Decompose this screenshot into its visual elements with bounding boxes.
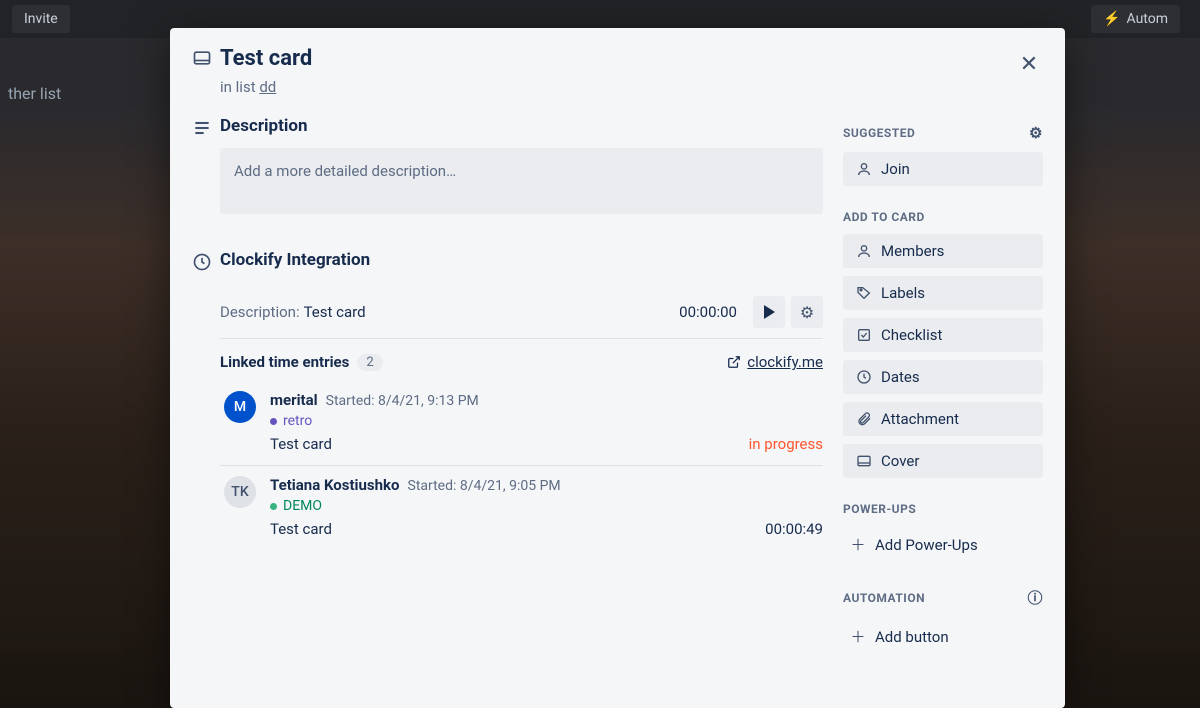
checklist-label: Checklist [881, 326, 942, 344]
entry-status: 00:00:49 [765, 520, 823, 538]
add-to-card-title: ADD TO CARD [843, 210, 1043, 224]
members-button[interactable]: Members [843, 234, 1043, 268]
play-icon [764, 305, 775, 319]
add-powerups-button[interactable]: ＋ Add Power-Ups [843, 526, 1043, 563]
entry-user-name: Tetiana Kostiushko [270, 476, 400, 494]
cover-icon [853, 453, 875, 469]
tag-icon [853, 285, 875, 301]
clockify-icon [192, 252, 220, 272]
clockify-settings-button[interactable]: ⚙ [791, 296, 823, 328]
entry-card-name: Test card [270, 520, 332, 538]
card-sidebar: SUGGESTED ⚙ Join ADD TO CARD Members Lab… [843, 46, 1043, 680]
time-entry[interactable]: Mmerital Started: 8/4/21, 9:13 PM retro Tes… [220, 381, 823, 466]
avatar: TK [224, 476, 256, 508]
person-icon [853, 243, 875, 259]
description-input[interactable]: Add a more detailed description… [220, 148, 823, 214]
time-entry[interactable]: TK Tetiana Kostiushko Started: 8/4/21, 9:0… [220, 466, 823, 550]
checklist-button[interactable]: Checklist [843, 318, 1043, 352]
close-icon: ✕ [1020, 52, 1038, 77]
dot-icon [270, 418, 277, 425]
clockify-description-row: Description: Test card 00:00:00 ⚙ [220, 286, 823, 339]
join-button[interactable]: Join [843, 152, 1043, 186]
card-modal: ✕ Test card in list dd Description Add a… [170, 28, 1065, 708]
entry-card-name: Test card [270, 435, 332, 453]
automation-title: AUTOMATION ⓘ [843, 587, 1043, 608]
entry-started: Started: 8/4/21, 9:13 PM [326, 393, 479, 409]
attachment-label: Attachment [881, 410, 959, 428]
cover-button[interactable]: Cover [843, 444, 1043, 478]
card-title[interactable]: Test card [220, 46, 823, 72]
labels-label: Labels [881, 284, 925, 302]
background-list: ther list [0, 80, 69, 107]
cover-label: Cover [881, 452, 919, 470]
play-button[interactable] [753, 296, 785, 328]
add-powerups-label: Add Power-Ups [875, 536, 978, 554]
list-link[interactable]: dd [259, 78, 276, 96]
clockify-external-link[interactable]: clockify.me [727, 353, 823, 371]
labels-button[interactable]: Labels [843, 276, 1043, 310]
dates-button[interactable]: Dates [843, 360, 1043, 394]
join-label: Join [881, 160, 910, 178]
entry-status: in progress [749, 435, 823, 453]
paperclip-icon [853, 411, 875, 427]
entry-user-name: merital [270, 391, 318, 409]
external-link-icon [727, 355, 741, 369]
card-icon [192, 48, 220, 68]
members-label: Members [881, 242, 944, 260]
add-button-button[interactable]: ＋ Add button [843, 618, 1043, 655]
avatar: M [224, 391, 256, 423]
entry-tag: retro [270, 413, 823, 429]
linked-entries-title: Linked time entries [220, 353, 349, 371]
add-button-label: Add button [875, 628, 949, 646]
clockify-link-label: clockify.me [747, 353, 823, 371]
automation-label: Autom [1127, 11, 1168, 27]
plus-icon: ＋ [847, 534, 869, 555]
clockify-heading: Clockify Integration [220, 250, 823, 270]
linked-entries-header: Linked time entries 2 clockify.me [220, 339, 823, 381]
clockify-section: Clockify Integration Description: Test c… [192, 250, 823, 550]
gear-icon: ⚙ [800, 303, 814, 322]
suggested-title: SUGGESTED ⚙ [843, 124, 1043, 142]
check-icon [853, 327, 875, 343]
dates-label: Dates [881, 368, 920, 386]
clock-icon [853, 369, 875, 385]
card-header: Test card in list dd [192, 46, 823, 96]
automation-button[interactable]: ⚡ Autom [1091, 5, 1180, 33]
entry-started: Started: 8/4/21, 9:05 PM [408, 478, 561, 494]
dot-icon [270, 503, 277, 510]
clockify-desc-label: Description: [220, 303, 300, 321]
info-icon[interactable]: ⓘ [1027, 587, 1043, 608]
bolt-icon: ⚡ [1103, 11, 1120, 27]
entry-tag: DEMO [270, 498, 823, 514]
linked-entries-count: 2 [357, 354, 382, 371]
description-icon [192, 118, 220, 138]
attachment-button[interactable]: Attachment [843, 402, 1043, 436]
plus-icon: ＋ [847, 626, 869, 647]
person-icon [853, 161, 875, 177]
clockify-timer: 00:00:00 [679, 303, 737, 321]
gear-icon[interactable]: ⚙ [1029, 124, 1043, 142]
description-heading: Description [220, 116, 823, 136]
clockify-desc-value: Test card [304, 303, 366, 321]
card-list-location: in list dd [220, 78, 823, 96]
powerups-title: POWER-UPS [843, 502, 1043, 516]
close-button[interactable]: ✕ [1013, 48, 1045, 80]
invite-button[interactable]: Invite [12, 5, 70, 33]
description-section: Description Add a more detailed descript… [192, 116, 823, 214]
card-main-column: Test card in list dd Description Add a m… [192, 46, 843, 680]
